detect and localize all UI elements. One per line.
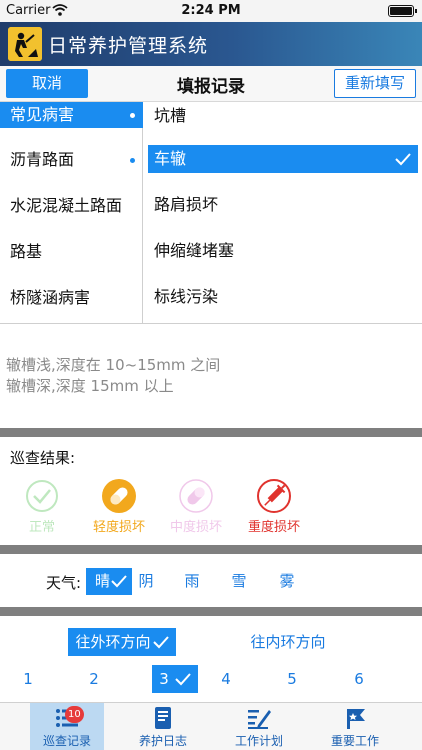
number-label: 6 [354,670,364,688]
number-label: 2 [89,670,99,688]
flag-icon [346,709,365,729]
category-label: 常见病害 [10,105,75,124]
result-label: 重度损坏 [247,520,300,535]
number-label: 4 [221,670,231,688]
result-option-light[interactable]: 轻度损坏 [81,478,157,535]
weather-option-label: 雪 [231,572,247,590]
nav-bar: 取消 填报记录 重新填写 [0,66,422,102]
damage-description: 辙槽浅,深度在 10~15mm 之间 辙槽深,深度 15mm 以上 [6,355,220,397]
subcategory-item-rutting[interactable]: 车辙 [148,145,418,173]
inspection-label: 巡查结果: [10,449,76,467]
section-divider [0,607,422,616]
subcategory-label: 伸缩缝堵塞 [154,241,235,260]
tab-important-work[interactable]: 重要工作 [318,703,392,750]
category-dot-icon [130,158,135,163]
direction-inner[interactable]: 往内环方向 [238,628,338,656]
tab-bar: 10 巡查记录 养护日志 工作计划 重要工作 [0,702,422,750]
section-divider [0,545,422,554]
book-icon [155,707,171,729]
subcategory-item-shoulder[interactable]: 路肩损坏 [148,191,418,219]
syringe-icon [257,479,291,513]
weather-option-cloudy[interactable]: 阴 [134,568,158,595]
category-label: 水泥混凝土路面 [10,196,123,215]
check-circle-icon [26,480,58,512]
direction-label: 往外环方向 [75,633,151,651]
category-label: 桥隧涵病害 [10,288,91,307]
weather-option-snow[interactable]: 雪 [227,568,251,595]
app-title: 日常养护管理系统 [48,35,209,57]
pill-icon [179,479,213,513]
battery-icon [388,5,417,17]
pencil-list-icon [248,710,271,729]
weather-option-label: 雨 [184,572,200,590]
road-worker-logo-icon [8,27,42,61]
weather-option-sunny[interactable]: 晴 [86,568,132,595]
category-picker: 常见病害 沥青路面 水泥混凝土路面 路基 桥隧涵病害 坑槽 车辙 路肩损坏 伸缩… [0,102,422,324]
tab-label: 养护日志 [138,734,187,748]
subcategory-label: 路肩损坏 [154,195,219,214]
status-bar: Carrier 2:24 PM [0,0,422,22]
description-line: 辙槽浅,深度在 10~15mm 之间 [6,356,221,374]
result-label: 正常 [28,520,55,535]
category-item-bridge-tunnel[interactable]: 桥隧涵病害 [0,285,143,311]
subcategory-label: 坑槽 [154,106,187,125]
refill-button[interactable]: 重新填写 [334,69,416,98]
category-item-roadbed[interactable]: 路基 [0,239,143,265]
category-dot-icon [130,113,135,118]
app-banner: 日常养护管理系统 [0,22,422,66]
result-label: 中度损坏 [169,520,222,535]
checkmark-icon [111,575,127,588]
tab-label: 巡查记录 [42,734,91,748]
subcategory-label: 标线污染 [154,287,219,306]
number-option-4[interactable]: 4 [216,665,236,693]
tab-label: 工作计划 [234,734,283,748]
tab-inspection-records[interactable]: 10 巡查记录 [30,703,104,750]
subcategory-list: 坑槽 车辙 路肩损坏 伸缩缝堵塞 标线污染 [144,102,422,323]
direction-outer[interactable]: 往外环方向 [68,628,176,656]
category-list: 常见病害 沥青路面 水泥混凝土路面 路基 桥隧涵病害 [0,102,143,323]
result-label: 轻度损坏 [92,520,145,535]
weather-option-label: 雾 [279,572,295,590]
number-label: 1 [23,670,33,688]
number-label: 5 [287,670,297,688]
section-divider [0,428,422,437]
weather-label: 天气: [46,574,82,592]
number-option-2[interactable]: 2 [84,665,104,693]
checkmark-icon [152,636,169,649]
tab-maintenance-log[interactable]: 养护日志 [126,703,200,750]
number-option-1[interactable]: 1 [18,665,38,693]
weather-option-label: 阴 [138,572,154,590]
tab-work-plan[interactable]: 工作计划 [222,703,296,750]
result-option-normal[interactable]: 正常 [4,478,80,535]
tab-label: 重要工作 [330,734,379,748]
weather-option-label: 晴 [94,572,110,590]
status-time: 2:24 PM [181,3,241,18]
pill-icon [102,479,136,513]
notification-badge: 10 [65,706,84,723]
description-line: 辙槽深,深度 15mm 以上 [6,377,174,395]
category-label: 沥青路面 [10,150,75,169]
number-option-6[interactable]: 6 [349,665,369,693]
direction-label: 往内环方向 [250,633,326,651]
category-label: 路基 [10,242,43,261]
category-item-common[interactable]: 常见病害 [0,102,143,128]
subcategory-item-joint[interactable]: 伸缩缝堵塞 [148,237,418,265]
checkmark-icon [395,153,411,166]
result-option-severe[interactable]: 重度损坏 [236,478,312,535]
checkmark-icon [175,673,191,686]
subcategory-item-pothole[interactable]: 坑槽 [148,102,418,130]
category-item-asphalt[interactable]: 沥青路面 [0,147,143,173]
result-option-medium[interactable]: 中度损坏 [158,478,234,535]
number-option-5[interactable]: 5 [282,665,302,693]
subcategory-item-marking[interactable]: 标线污染 [148,283,418,311]
weather-option-fog[interactable]: 雾 [275,568,299,595]
number-option-3[interactable]: 3 [152,665,198,693]
number-label: 3 [159,670,169,688]
subcategory-label: 车辙 [154,149,187,168]
weather-option-rain[interactable]: 雨 [180,568,204,595]
category-item-concrete[interactable]: 水泥混凝土路面 [0,193,143,219]
